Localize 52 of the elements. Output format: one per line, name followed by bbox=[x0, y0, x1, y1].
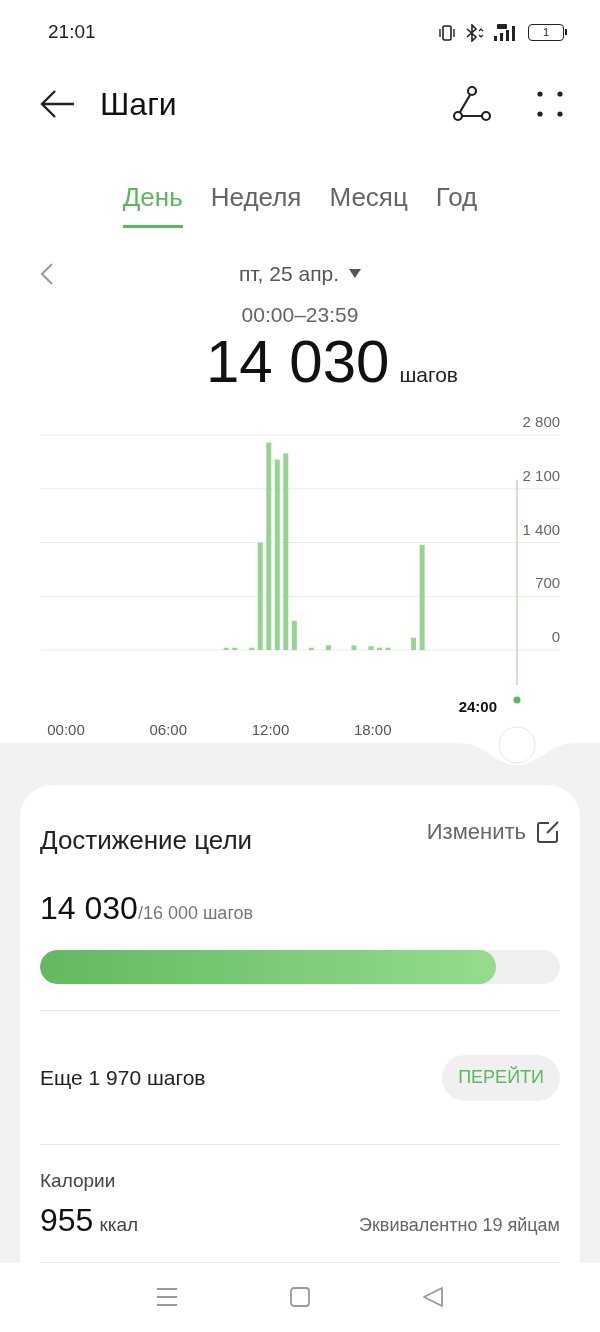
home-icon[interactable] bbox=[289, 1286, 311, 1309]
remaining-steps: Еще 1 970 шагов bbox=[40, 1062, 206, 1094]
card-title: Достижение цели bbox=[40, 824, 253, 858]
y-axis-label: 0 bbox=[551, 628, 561, 646]
x-axis-label: 06:00 bbox=[149, 721, 187, 739]
period-tab[interactable]: Год bbox=[435, 178, 478, 228]
route-icon[interactable] bbox=[452, 84, 492, 123]
period-tab[interactable]: Месяц bbox=[329, 178, 408, 228]
bluetooth-icon bbox=[464, 23, 484, 42]
menu-icon[interactable] bbox=[155, 1287, 178, 1308]
y-axis-label: 2 100 bbox=[522, 467, 561, 485]
previous-day-icon[interactable] bbox=[40, 261, 54, 286]
back-icon[interactable] bbox=[422, 1286, 445, 1309]
more-icon[interactable] bbox=[536, 89, 564, 118]
battery-icon: 1 bbox=[528, 24, 564, 42]
caret-icon bbox=[349, 269, 362, 279]
edit-link[interactable]: Изменить bbox=[426, 815, 560, 849]
back-arrow-icon[interactable] bbox=[40, 88, 76, 119]
signal-icon bbox=[492, 23, 518, 42]
x-axis-label: 18:00 bbox=[353, 721, 392, 739]
current-steps: 14 030 bbox=[40, 884, 138, 933]
bar bbox=[291, 621, 297, 651]
y-axis-label: 2 800 bbox=[522, 413, 561, 431]
bar bbox=[325, 645, 331, 651]
bar bbox=[385, 648, 391, 651]
bar bbox=[223, 648, 229, 651]
calories-unit: ккал bbox=[99, 1212, 139, 1237]
calories-value: 955 bbox=[40, 1200, 94, 1240]
calories-equivalent: Эквивалентно 19 яйцам bbox=[359, 1213, 560, 1237]
bar bbox=[232, 648, 238, 651]
bar bbox=[377, 648, 383, 651]
y-axis-label: 700 bbox=[535, 574, 561, 592]
date-selector[interactable]: пт, 25 апр. bbox=[238, 258, 362, 290]
calories-label: Калории bbox=[40, 1169, 117, 1194]
cursor-time-label: 24:00 bbox=[458, 698, 497, 716]
y-axis-label: 1 400 bbox=[522, 520, 561, 538]
bar bbox=[351, 645, 357, 651]
x-axis-label: 12:00 bbox=[251, 721, 290, 739]
total-steps: 14 030 bbox=[205, 326, 390, 399]
edit-icon bbox=[536, 819, 560, 844]
page-title: Шаги bbox=[100, 84, 178, 124]
target-steps: /16 000 шагов bbox=[137, 900, 254, 928]
bar bbox=[368, 646, 374, 651]
steps-unit: шагов bbox=[399, 362, 459, 389]
bar bbox=[411, 638, 417, 651]
period-tab[interactable]: Неделя bbox=[210, 178, 302, 228]
bar bbox=[308, 648, 314, 651]
status-time: 21:01 bbox=[48, 20, 96, 45]
time-range: 00:00–23:59 bbox=[241, 301, 359, 328]
vibrate-icon bbox=[438, 24, 456, 41]
x-axis-label: 00:00 bbox=[47, 721, 85, 739]
bar bbox=[249, 648, 255, 651]
